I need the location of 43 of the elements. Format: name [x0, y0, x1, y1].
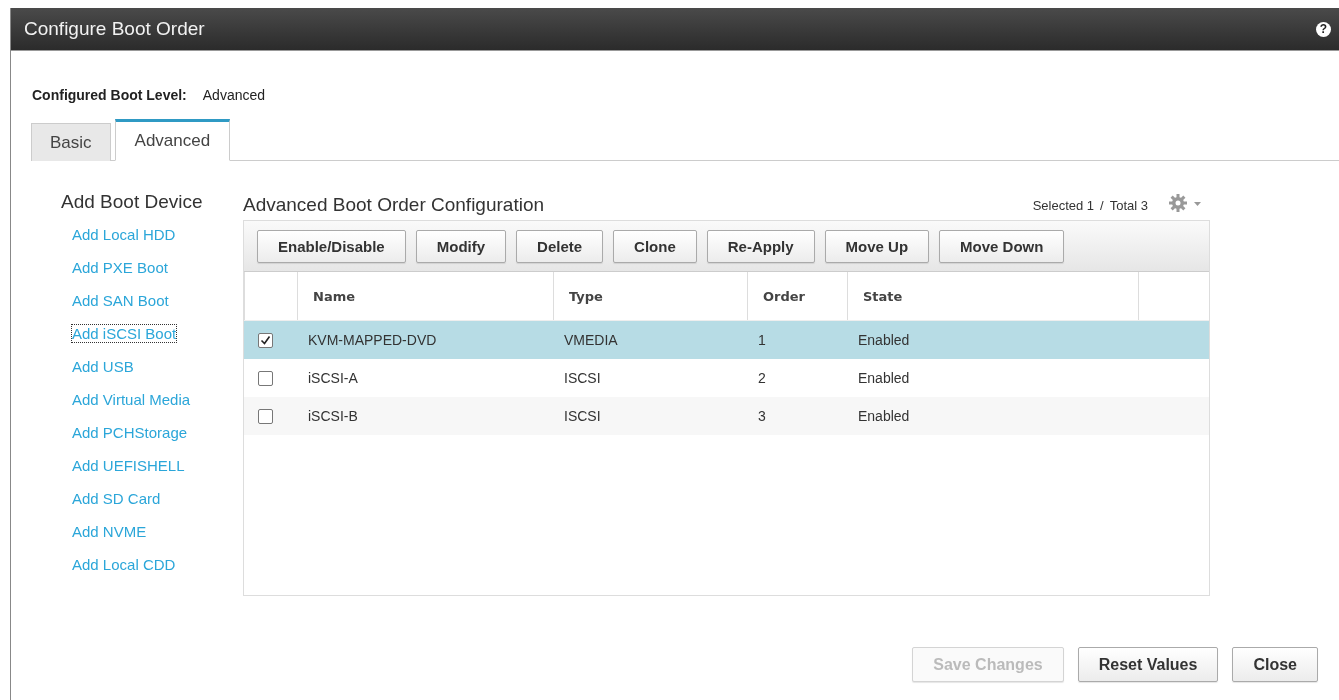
table-row[interactable]: KVM-MAPPED-DVD VMEDIA 1 Enabled: [244, 321, 1209, 359]
table-cell-text: 1: [757, 332, 767, 348]
table-cell-text: ISCSI: [563, 408, 602, 424]
toolbar-button[interactable]: Move Down: [939, 229, 1065, 263]
table-cell-text: iSCSI-A: [307, 370, 359, 386]
toolbar-button[interactable]: Re-Apply: [706, 229, 815, 263]
field-value: Advanced: [202, 87, 266, 103]
table-cell-text: 3: [757, 408, 767, 424]
table-cell-text: Enabled: [857, 408, 911, 424]
table-cell-text: Enabled: [857, 370, 911, 386]
toolbar-button[interactable]: Enable/Disable: [257, 229, 406, 263]
table-cell-text: KVM-MAPPED-DVD: [307, 332, 438, 348]
tab[interactable]: Advanced: [114, 119, 231, 161]
dialog-button[interactable]: Reset Values: [1077, 647, 1219, 682]
settings-icon[interactable]: [1168, 193, 1204, 213]
table-cell-text: iSCSI-B: [307, 408, 359, 424]
field-label: Configured Boot Level:: [32, 87, 187, 103]
separator: /: [1100, 197, 1104, 213]
section-heading: Add Boot Device: [61, 191, 204, 213]
panel-title: Advanced Boot Order Configuration: [243, 194, 545, 216]
toolbar-button[interactable]: Move Up: [824, 229, 930, 263]
table-row[interactable]: iSCSI-B ISCSI 3 Enabled: [244, 397, 1209, 435]
table-cell-text: ISCSI: [563, 370, 602, 386]
checkbox[interactable]: [258, 332, 273, 348]
table-cell-text: VMEDIA: [563, 332, 619, 348]
selection-count: Selected 1: [1032, 197, 1095, 213]
checkbox[interactable]: [258, 370, 273, 386]
toolbar-button[interactable]: Modify: [415, 229, 507, 263]
table-cell-text: 2: [757, 370, 767, 386]
toolbar-button[interactable]: Clone: [613, 229, 697, 263]
help-icon[interactable]: ?: [1316, 21, 1331, 37]
column-header[interactable]: State: [847, 272, 1138, 320]
column-header[interactable]: Name: [297, 272, 553, 320]
toolbar-button[interactable]: Delete: [516, 229, 604, 263]
checkbox[interactable]: [258, 408, 273, 424]
dialog-button[interactable]: Close: [1232, 647, 1318, 682]
total-count: Total 3: [1109, 197, 1148, 213]
column-header[interactable]: Type: [553, 272, 747, 320]
tab[interactable]: Basic: [31, 123, 111, 161]
window-title: Configure Boot Order: [24, 18, 205, 40]
column-header[interactable]: Order: [747, 272, 847, 320]
table-row[interactable]: iSCSI-A ISCSI 2 Enabled: [244, 359, 1209, 397]
table-cell-text: Enabled: [857, 332, 911, 348]
